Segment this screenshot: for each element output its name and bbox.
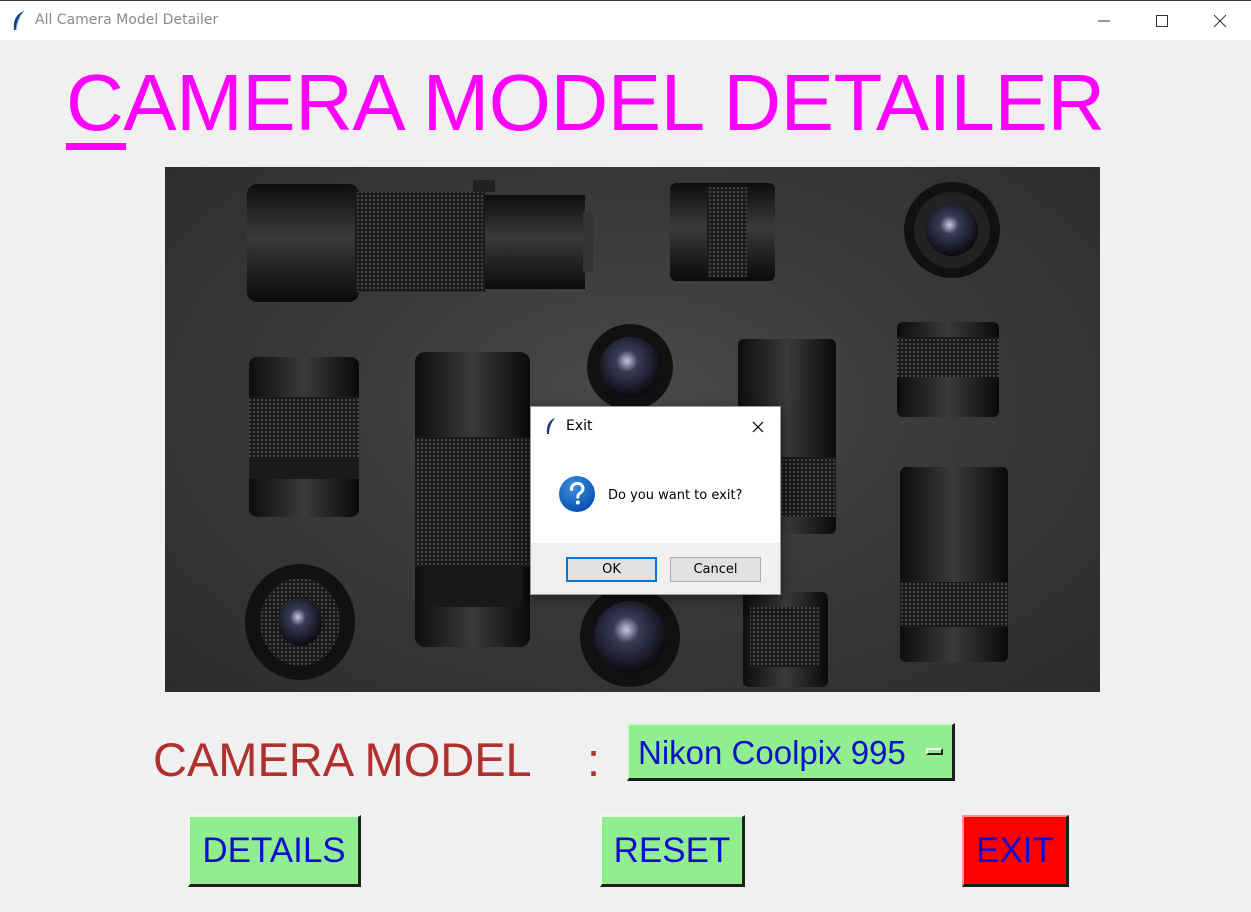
lens-top-middle xyxy=(670,183,775,281)
question-icon xyxy=(559,476,595,512)
dialog-titlebar[interactable]: Exit xyxy=(531,407,780,445)
lens-bottom-right-center xyxy=(743,592,828,687)
cancel-button[interactable]: Cancel xyxy=(670,557,761,582)
minimize-icon xyxy=(1098,20,1110,22)
close-icon xyxy=(752,421,764,433)
camera-model-label: CAMERA MODEL xyxy=(153,733,532,786)
dialog-title: Exit xyxy=(566,418,593,434)
exit-dialog[interactable]: Exit Do you want to exit? OK Cancel xyxy=(530,406,781,595)
heading-first-letter: C xyxy=(66,58,126,150)
ok-button[interactable]: OK xyxy=(566,557,657,582)
dialog-footer: OK Cancel xyxy=(531,543,780,594)
heading-underline xyxy=(66,143,126,150)
lens-bottom-left xyxy=(245,564,355,680)
lens-small-center xyxy=(587,324,673,410)
camera-model-dropdown[interactable]: Nikon Coolpix 995 xyxy=(627,723,955,781)
feather-icon xyxy=(546,418,555,434)
dialog-close-button[interactable] xyxy=(746,416,772,438)
maximize-icon xyxy=(1156,15,1168,27)
window-title: All Camera Model Detailer xyxy=(35,12,219,28)
close-button[interactable] xyxy=(1191,1,1249,41)
camera-model-colon: : xyxy=(587,733,601,786)
heading-first-letter-text: C xyxy=(66,58,124,147)
window-titlebar[interactable]: All Camera Model Detailer xyxy=(0,0,1251,40)
camera-model-selected: Nikon Coolpix 995 xyxy=(638,734,906,771)
dialog-message: Do you want to exit? xyxy=(608,488,743,503)
lens-front-top-right xyxy=(904,182,1000,278)
lens-right-tall xyxy=(900,467,1008,662)
reset-button[interactable]: RESET xyxy=(600,815,745,887)
details-button[interactable]: DETAILS xyxy=(188,815,361,887)
heading-rest: AMERA MODEL DETAILER xyxy=(123,58,1105,147)
lens-bottom-middle xyxy=(580,587,680,687)
telephoto-lens xyxy=(247,180,593,302)
minimize-button[interactable] xyxy=(1075,1,1133,41)
lens-right-mid xyxy=(897,322,999,417)
lens-tall-center xyxy=(415,352,530,647)
dropdown-indicator-icon xyxy=(926,748,943,755)
feather-icon xyxy=(13,10,25,31)
close-icon xyxy=(1213,14,1227,28)
exit-button[interactable]: EXIT xyxy=(962,815,1069,887)
app-heading: C AMERA MODEL DETAILER xyxy=(66,58,1105,150)
lens-left-mid xyxy=(249,357,359,517)
maximize-button[interactable] xyxy=(1133,1,1191,41)
